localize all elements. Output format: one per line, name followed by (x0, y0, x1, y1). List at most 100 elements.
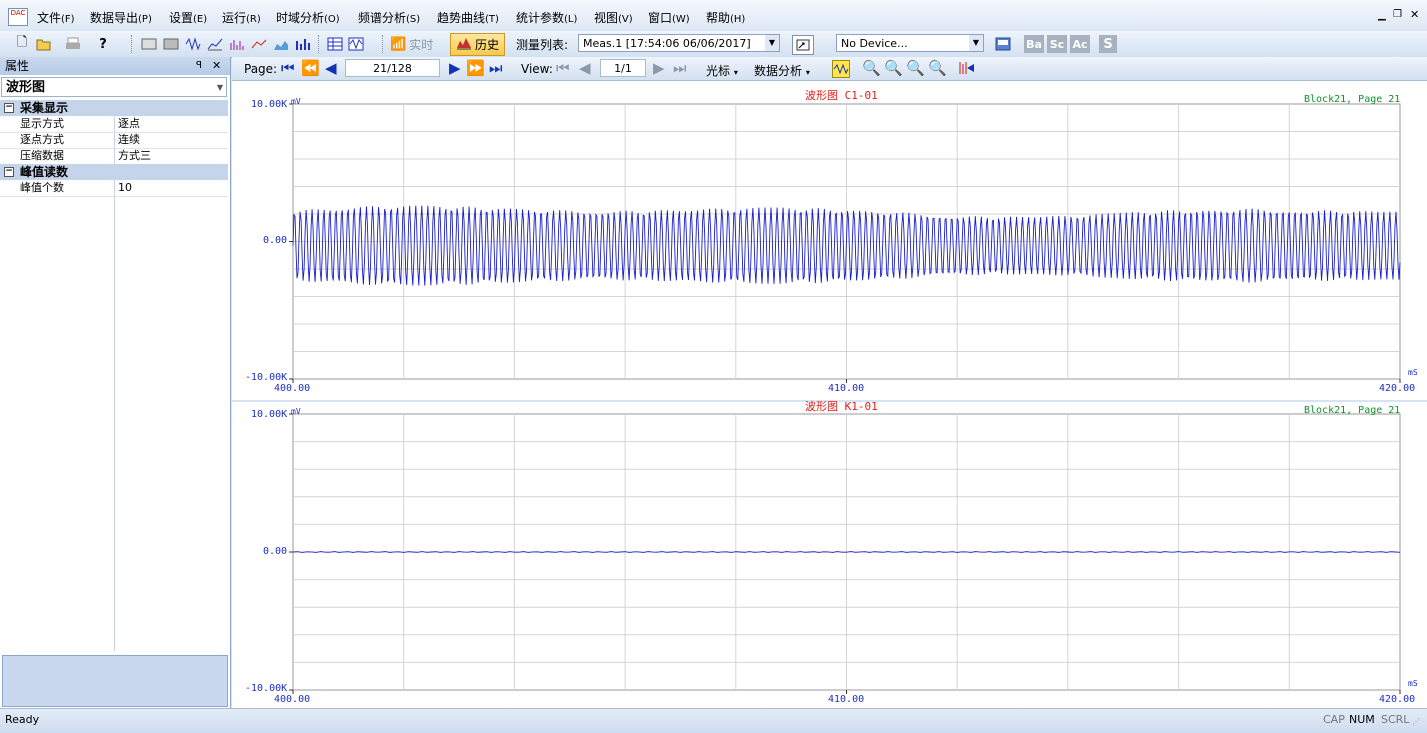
caps-lock-indicator: CAP (1323, 713, 1345, 726)
chevron-down-icon: ▾ (733, 68, 738, 77)
export-image-icon[interactable] (792, 35, 814, 55)
chevron-down-icon: ▾ (805, 68, 810, 77)
last-view-icon[interactable]: ⏭ (673, 60, 687, 76)
trend-chart-icon[interactable] (206, 35, 224, 53)
menu-window[interactable]: 窗口(W) (648, 9, 690, 26)
zoom-x-icon[interactable]: 🔍 (906, 60, 925, 76)
app-icon[interactable]: DAC (8, 8, 28, 26)
history-icon (456, 36, 472, 53)
pin-icon[interactable]: ꟼ (196, 57, 202, 75)
first-page-icon[interactable]: ⏮ (281, 60, 295, 76)
wave-chart-icon[interactable] (184, 35, 202, 53)
collapse-icon[interactable]: − (4, 103, 14, 113)
prev-fast-icon[interactable]: ⏪ (301, 60, 320, 76)
status-bar: Ready CAP NUM SCRL ⋰ (0, 708, 1427, 733)
waveform-plot-k1[interactable] (232, 402, 1427, 708)
properties-panel: 属性 ꟼ ✕ 波形图 ▼ − 采集显示 显示方式 逐点 逐点方式 连续 压缩数据 方式… (0, 57, 231, 708)
toolbar: 🗋 ? 📶 实时 历史 测量列表: Meas.1 [17:54:06 06/06/… (0, 31, 1427, 58)
page-label: Page: (244, 62, 278, 76)
area-chart-icon[interactable] (272, 35, 290, 53)
chevron-down-icon: ▼ (216, 83, 223, 92)
ac-button[interactable]: Ac (1070, 35, 1090, 53)
collapse-icon[interactable]: − (4, 167, 14, 177)
x-right-label: 420.00 (1379, 383, 1416, 394)
sc-button[interactable]: Sc (1047, 35, 1067, 53)
y-bottom-label: -10.00K (245, 683, 288, 694)
zoom-out-icon[interactable]: 🔍 (862, 60, 881, 76)
zoom-reset-icon[interactable]: 🔍 (928, 60, 947, 76)
close-icon[interactable]: ✕ (1410, 8, 1419, 21)
separator (131, 35, 134, 53)
auto-scale-icon[interactable] (832, 60, 850, 78)
table-icon[interactable] (326, 35, 344, 53)
realtime-icon: 📶 (390, 37, 407, 52)
menu-settings[interactable]: 设置(E) (169, 9, 207, 26)
menu-statistics[interactable]: 统计参数(L) (516, 9, 577, 26)
prev-page-icon[interactable]: ◀ (325, 60, 337, 76)
restore-icon[interactable]: ❐ (1393, 9, 1402, 20)
meas-list-label: 测量列表: (516, 38, 569, 52)
meas-list-select[interactable]: Meas.1 [17:54:06 06/06/2017] ▼ (578, 34, 780, 52)
x-unit: mS (1408, 368, 1418, 377)
panel-close-icon[interactable]: ✕ (212, 57, 221, 75)
chart-type-1-icon[interactable] (140, 35, 158, 53)
menu-view[interactable]: 视图(V) (594, 9, 633, 26)
print-icon[interactable] (64, 35, 82, 53)
history-button[interactable]: 历史 (450, 33, 505, 56)
prev-view-icon[interactable]: ◀ (579, 60, 591, 76)
bar-chart-icon[interactable] (294, 35, 312, 53)
waveform-plot-c1[interactable] (232, 81, 1427, 400)
menu-bar: DAC 文件(F) 数据导出(P) 设置(E) 运行(R) 时域分析(O) 频谱… (0, 0, 1427, 35)
block-label: Block21, Page 21 (1304, 94, 1401, 105)
device-settings-icon[interactable] (994, 35, 1012, 53)
menu-file[interactable]: 文件(F) (37, 9, 75, 26)
panel-object-select[interactable]: 波形图 ▼ (1, 77, 227, 97)
scroll-lock-indicator: SCRL (1381, 713, 1410, 726)
panel-header: 属性 ꟼ ✕ (0, 57, 230, 75)
separator (318, 35, 321, 53)
waveform-view-icon[interactable] (347, 35, 365, 53)
resize-grip-icon[interactable]: ⋰ (1412, 717, 1420, 726)
s-button[interactable]: S (1099, 35, 1117, 53)
realtime-button[interactable]: 📶 实时 (390, 36, 433, 53)
next-page-icon[interactable]: ▶ (449, 60, 461, 76)
property-column-divider[interactable] (114, 116, 115, 651)
new-file-icon[interactable]: 🗋 (13, 35, 31, 53)
next-fast-icon[interactable]: ⏩ (466, 60, 485, 76)
device-select[interactable]: No Device... ▼ (836, 34, 984, 52)
num-lock-indicator: NUM (1349, 713, 1375, 726)
page-navigation-bar: Page: ⏮ ⏪ ◀ 21/128 ▶ ⏩ ⏭ View: ⏮ ◀ 1/1 ▶… (232, 57, 1427, 81)
line-chart-icon[interactable] (250, 35, 268, 53)
ba-button[interactable]: Ba (1024, 35, 1044, 53)
x-unit: mS (1408, 679, 1418, 688)
menu-help[interactable]: 帮助(H) (706, 9, 745, 26)
spectrum-chart-icon[interactable] (228, 35, 246, 53)
next-view-icon[interactable]: ▶ (653, 60, 665, 76)
marker-icon[interactable] (958, 60, 976, 79)
page-input[interactable]: 21/128 (345, 59, 440, 77)
x-mid-label: 410.00 (828, 694, 865, 705)
zoom-in-icon[interactable]: 🔍 (884, 60, 903, 76)
cursor-menu[interactable]: 光标 ▾ (706, 62, 738, 79)
chart-title: 波形图 C1-01 (805, 89, 878, 102)
menu-run[interactable]: 运行(R) (222, 9, 261, 26)
menu-time-analysis[interactable]: 时域分析(O) (276, 9, 340, 26)
help-icon[interactable]: ? (94, 35, 112, 53)
first-view-icon[interactable]: ⏮ (556, 60, 570, 76)
open-folder-icon[interactable] (35, 35, 53, 53)
waveform-chart-k1[interactable]: 波形图 K1-01 Block21, Page 21 mV 10.00K 0.0… (232, 400, 1427, 708)
data-analysis-menu[interactable]: 数据分析 ▾ (754, 62, 810, 79)
view-input[interactable]: 1/1 (600, 59, 646, 77)
waveform-chart-c1[interactable]: 波形图 C1-01 Block21, Page 21 mV 10.00K 0.0… (232, 81, 1427, 400)
menu-spectrum-analysis[interactable]: 频谱分析(S) (358, 9, 420, 26)
y-bottom-label: -10.00K (245, 372, 288, 383)
chart-title: 波形图 K1-01 (805, 400, 878, 413)
menu-trend-curve[interactable]: 趋势曲线(T) (437, 9, 499, 26)
view-label: View: (521, 62, 553, 76)
minimize-icon[interactable]: ▁ (1378, 10, 1386, 21)
last-page-icon[interactable]: ⏭ (489, 60, 503, 76)
menu-data-export[interactable]: 数据导出(P) (90, 9, 152, 26)
chart-type-2-icon[interactable] (162, 35, 180, 53)
chevron-down-icon: ▼ (969, 35, 983, 51)
property-category[interactable]: − 采集显示 (0, 100, 228, 116)
